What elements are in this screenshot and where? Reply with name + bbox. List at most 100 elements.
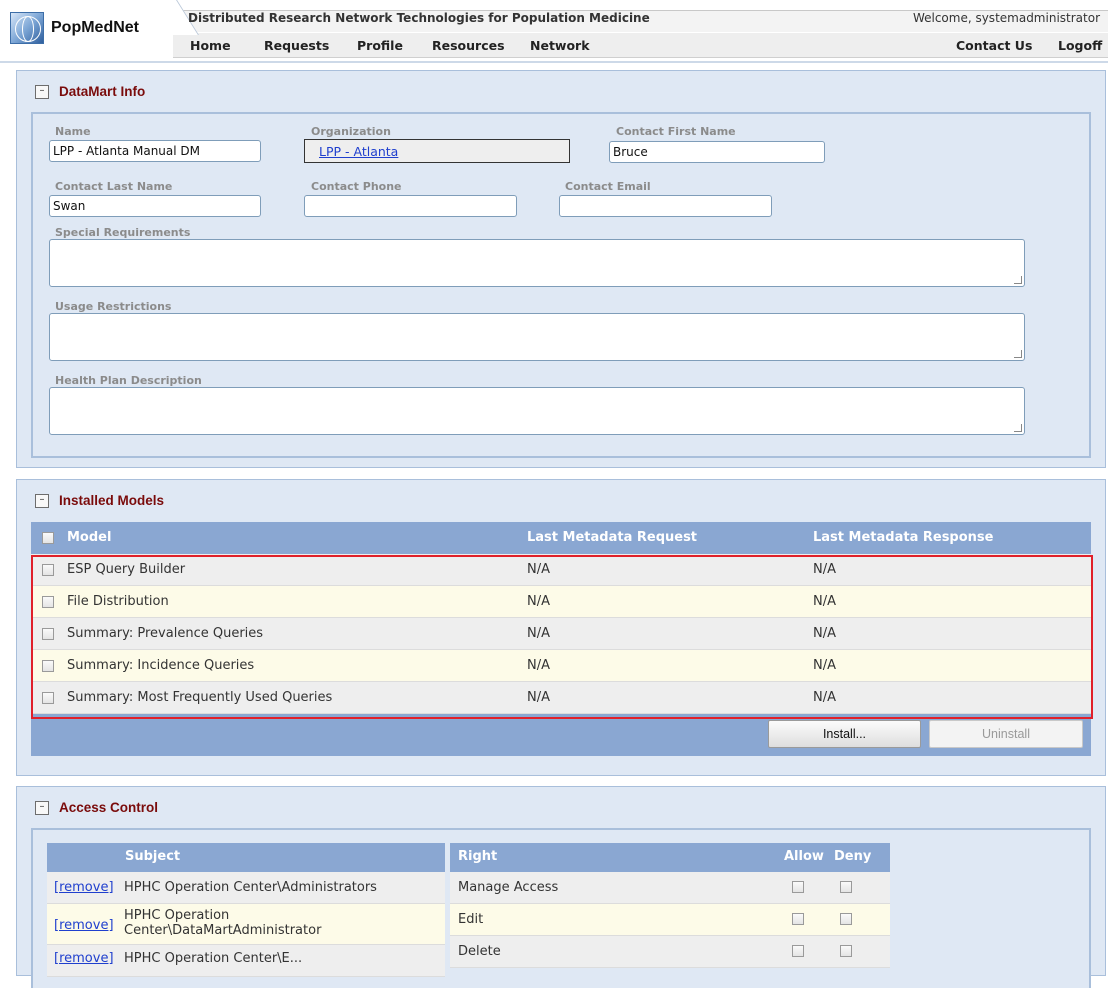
special-requirements-label: Special Requirements <box>55 226 191 239</box>
site-title: Distributed Research Network Technologie… <box>188 11 650 25</box>
name-field[interactable]: LPP - Atlanta Manual DM <box>49 140 261 162</box>
remove-link[interactable]: [remove] <box>54 951 114 966</box>
nav-home[interactable]: Home <box>190 38 231 53</box>
table-row[interactable]: File Distribution N/A N/A <box>31 586 1091 618</box>
panel-title: Installed Models <box>59 493 165 508</box>
collapse-icon[interactable]: – <box>35 493 49 508</box>
special-requirements-textarea[interactable] <box>49 239 1025 287</box>
last-request: N/A <box>527 626 550 641</box>
popmednet-logo[interactable]: PopMedNet <box>10 8 172 48</box>
right-name: Edit <box>458 912 484 927</box>
last-request: N/A <box>527 594 550 609</box>
installed-models-header: – Installed Models <box>35 493 164 508</box>
contact-phone-field[interactable] <box>304 195 517 217</box>
install-button[interactable]: Install... <box>768 720 921 748</box>
right-row: Manage Access <box>450 872 890 904</box>
table-row[interactable]: ESP Query Builder N/A N/A <box>31 554 1091 586</box>
nav-requests[interactable]: Requests <box>264 38 329 53</box>
row-checkbox[interactable] <box>42 628 54 640</box>
row-checkbox[interactable] <box>42 564 54 576</box>
contact-email-label: Contact Email <box>565 180 651 193</box>
access-control-panel: – Access Control Subject [remove] HPHC O… <box>16 786 1106 988</box>
nav-network[interactable]: Network <box>530 38 590 53</box>
remove-link[interactable]: [remove] <box>54 918 114 933</box>
installed-models-panel: – Installed Models Model Last Metadata R… <box>16 479 1106 776</box>
contact-first-name-label: Contact First Name <box>616 125 736 138</box>
deny-checkbox[interactable] <box>840 913 852 925</box>
deny-checkbox[interactable] <box>840 881 852 893</box>
col-subject: Subject <box>125 849 181 864</box>
organization-link[interactable]: LPP - Atlanta <box>319 144 398 159</box>
name-label: Name <box>55 125 91 138</box>
subject-row[interactable]: [remove] HPHC Operation Center\E... <box>47 945 445 977</box>
datamart-info-form: Name LPP - Atlanta Manual DM Organizatio… <box>31 112 1091 458</box>
col-last-metadata-request[interactable]: Last Metadata Request <box>527 530 697 545</box>
collapse-icon[interactable]: – <box>35 800 49 815</box>
datamart-info-header: – DataMart Info <box>35 84 145 99</box>
collapse-icon[interactable]: – <box>35 84 49 99</box>
col-allow: Allow <box>784 849 824 864</box>
table-row[interactable]: Summary: Most Frequently Used Queries N/… <box>31 682 1091 714</box>
panel-title: DataMart Info <box>59 84 146 99</box>
health-plan-description-textarea[interactable] <box>49 387 1025 435</box>
model-name: Summary: Incidence Queries <box>67 658 255 673</box>
last-response: N/A <box>813 690 836 705</box>
model-name: ESP Query Builder <box>67 562 186 577</box>
contact-email-field[interactable] <box>559 195 772 217</box>
col-deny: Deny <box>834 849 872 864</box>
right-name: Delete <box>458 944 501 959</box>
col-last-metadata-response[interactable]: Last Metadata Response <box>813 530 993 545</box>
usage-restrictions-textarea[interactable] <box>49 313 1025 361</box>
panel-title: Access Control <box>59 800 159 815</box>
logo-text: PopMedNet <box>51 19 139 36</box>
last-response: N/A <box>813 562 836 577</box>
last-response: N/A <box>813 658 836 673</box>
subject-name: HPHC Operation Center\Administrators <box>124 880 377 895</box>
remove-link[interactable]: [remove] <box>54 880 114 895</box>
contact-last-name-field[interactable]: Swan <box>49 195 261 217</box>
uninstall-button[interactable]: Uninstall <box>929 720 1083 748</box>
row-checkbox[interactable] <box>42 660 54 672</box>
allow-checkbox[interactable] <box>792 913 804 925</box>
nav-contact-us[interactable]: Contact Us <box>956 38 1032 53</box>
datamart-info-panel: – DataMart Info Name LPP - Atlanta Manua… <box>16 70 1106 468</box>
installed-models-grid: Model Last Metadata Request Last Metadat… <box>31 522 1091 756</box>
nav-profile[interactable]: Profile <box>357 38 403 53</box>
col-model[interactable]: Model <box>67 530 111 545</box>
welcome-text: Welcome, systemadministrator <box>912 11 1100 25</box>
usage-restrictions-label: Usage Restrictions <box>55 300 172 313</box>
col-right: Right <box>458 849 498 864</box>
model-name: Summary: Most Frequently Used Queries <box>67 690 333 705</box>
last-request: N/A <box>527 690 550 705</box>
rights-table: Right Allow Deny Manage Access Edit Dele… <box>450 843 890 968</box>
allow-checkbox[interactable] <box>792 881 804 893</box>
table-row[interactable]: Summary: Prevalence Queries N/A N/A <box>31 618 1091 650</box>
grid-header: Model Last Metadata Request Last Metadat… <box>31 522 1091 554</box>
health-plan-description-label: Health Plan Description <box>55 374 202 387</box>
subjects-table: Subject [remove] HPHC Operation Center\A… <box>47 843 445 977</box>
contact-first-name-field[interactable]: Bruce <box>609 141 825 163</box>
allow-checkbox[interactable] <box>792 945 804 957</box>
deny-checkbox[interactable] <box>840 945 852 957</box>
right-row: Edit <box>450 904 890 936</box>
contact-last-name-label: Contact Last Name <box>55 180 173 193</box>
subject-row[interactable]: [remove] HPHC Operation Center\Administr… <box>47 872 445 904</box>
grid-footer: Install... Uninstall <box>31 714 1091 756</box>
subject-name: HPHC Operation Center\E... <box>124 951 303 966</box>
right-name: Manage Access <box>458 880 559 895</box>
nav-resources[interactable]: Resources <box>432 38 505 53</box>
subjects-header: Subject <box>47 843 445 872</box>
globe-network-icon <box>10 12 44 44</box>
nav-logoff[interactable]: Logoff <box>1058 38 1102 53</box>
select-all-checkbox[interactable] <box>42 532 54 544</box>
organization-field: LPP - Atlanta <box>304 139 570 163</box>
table-row[interactable]: Summary: Incidence Queries N/A N/A <box>31 650 1091 682</box>
organization-label: Organization <box>311 125 391 138</box>
row-checkbox[interactable] <box>42 596 54 608</box>
right-row: Delete <box>450 936 890 968</box>
last-request: N/A <box>527 658 550 673</box>
header-underline <box>0 61 1108 63</box>
subject-row[interactable]: [remove] HPHC Operation Center\DataMartA… <box>47 904 445 945</box>
subject-name: HPHC Operation Center\DataMartAdministra… <box>124 908 322 938</box>
row-checkbox[interactable] <box>42 692 54 704</box>
